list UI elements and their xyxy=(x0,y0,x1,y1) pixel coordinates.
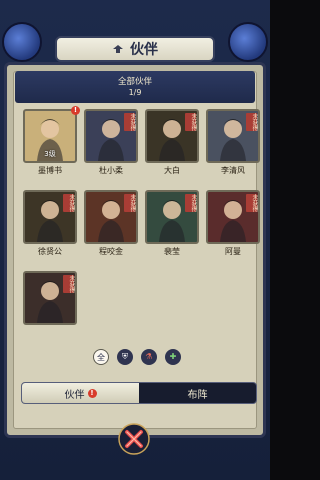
partner-name: 李清风 xyxy=(221,166,245,175)
all-filter-button[interactable]: 全 xyxy=(93,349,109,365)
tab-partners-label: 伙伴 xyxy=(64,389,85,401)
partner-name: 裴莹 xyxy=(164,247,180,256)
locked-badge: 未获得 xyxy=(246,113,258,131)
tab-bar: 伙伴 ! 布阵 xyxy=(21,382,257,404)
alert-badge: ! xyxy=(71,106,80,115)
tab-partners[interactable]: 伙伴 ! xyxy=(22,383,139,403)
partner-icon xyxy=(113,45,123,53)
locked-badge: 未获得 xyxy=(246,194,258,212)
partner-name: 阿曼 xyxy=(225,247,241,256)
partner-name: 杜小柔 xyxy=(99,166,123,175)
partner-name: 墨博书 xyxy=(38,166,62,175)
page-title: 伙伴 xyxy=(130,42,158,58)
locked-badge: 未获得 xyxy=(124,194,136,212)
locked-badge: 未获得 xyxy=(63,275,75,293)
partner-card[interactable]: 未获得 xyxy=(206,190,260,244)
plus-filter-button[interactable]: ✚ xyxy=(165,349,181,365)
partner-card[interactable]: 未获得 xyxy=(84,109,138,163)
level-label: 3级 xyxy=(44,150,56,158)
potion-icon: ⚗ xyxy=(145,352,153,361)
filter-row: 全 ⛨ ⚗ ✚ xyxy=(93,349,181,365)
partner-count: 1/9 xyxy=(128,88,142,97)
partner-name: 大白 xyxy=(164,166,180,175)
tab-formation[interactable]: 布阵 xyxy=(139,383,256,403)
potion-filter-button[interactable]: ⚗ xyxy=(141,349,157,365)
partner-name: 程咬金 xyxy=(99,247,123,256)
partner-card[interactable]: 未获得 xyxy=(23,271,77,325)
partner-panel: 全部伙伴 1/9 3级! 墨博书 未获得 杜小柔 未获得 大白 未获得 李清风 未获得 徐贤公 未获… xyxy=(4,62,266,438)
partner-card[interactable]: 未获得 xyxy=(23,190,77,244)
section-title: 全部伙伴 xyxy=(117,77,152,87)
shield-filter-button[interactable]: ⛨ xyxy=(117,349,133,365)
close-button[interactable] xyxy=(118,423,150,455)
partner-card[interactable]: 未获得 xyxy=(145,190,199,244)
partner-card[interactable]: 未获得 xyxy=(84,190,138,244)
locked-badge: 未获得 xyxy=(185,113,197,131)
plus-icon: ✚ xyxy=(169,352,177,361)
locked-badge: 未获得 xyxy=(63,194,75,212)
partner-card[interactable]: 3级 xyxy=(23,109,77,163)
partner-card[interactable]: 未获得 xyxy=(145,109,199,163)
dragon-ornament-left xyxy=(2,22,42,62)
locked-badge: 未获得 xyxy=(124,113,136,131)
partner-name: 徐贤公 xyxy=(38,247,62,256)
header-band: 全部伙伴 1/9 xyxy=(15,71,255,103)
dragon-ornament-right xyxy=(228,22,268,62)
shield-icon: ⛨ xyxy=(122,352,128,361)
locked-badge: 未获得 xyxy=(185,194,197,212)
title-bar: 伙伴 xyxy=(55,36,215,62)
alert-badge: ! xyxy=(87,388,97,398)
tab-formation-label: 布阵 xyxy=(187,389,208,401)
partner-card[interactable]: 未获得 xyxy=(206,109,260,163)
